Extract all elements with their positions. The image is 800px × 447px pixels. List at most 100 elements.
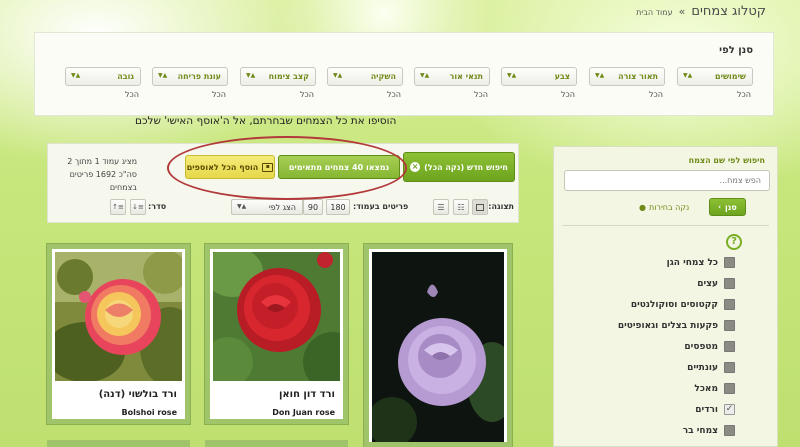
divider xyxy=(562,225,769,226)
category-checkbox[interactable] xyxy=(724,278,735,289)
filter-title: סנן לפי xyxy=(719,45,753,56)
product-name-hebrew[interactable]: ורד בולשוי (דנה) xyxy=(99,389,177,400)
sort-ascending-button[interactable]: ↑≡ xyxy=(110,199,126,215)
filter-value: הכל xyxy=(736,90,751,99)
category-label: עונתיים xyxy=(687,362,718,373)
filter-panel: סנן לפי שימושים ▲▼ תאור צורה ▲▼ צבע ▲▼ תנאי… xyxy=(34,32,774,116)
filter-dropdown-height[interactable]: גובה ▲▼ xyxy=(65,67,141,86)
dropdown-arrow-icon: ▲▼ xyxy=(71,72,81,79)
filter-dropdown-bloom-season[interactable]: עונת פריחה ▲▼ xyxy=(152,67,228,86)
category-item-bulbs[interactable]: פקעות בצלים וגאופיטים xyxy=(618,320,735,331)
highlight-ellipse xyxy=(167,136,407,200)
filter-value: הכל xyxy=(473,90,488,99)
grid-view-button[interactable] xyxy=(472,199,488,215)
category-checkbox[interactable] xyxy=(724,257,735,268)
per-page-90-button[interactable]: 90 xyxy=(303,199,323,215)
filter-value: הכל xyxy=(560,90,575,99)
product-image-bolshoi-rose[interactable] xyxy=(55,252,182,381)
clear-selections-label: נקה בחירות xyxy=(648,203,690,212)
filter-dropdown-shape[interactable]: תאור צורה ▲▼ xyxy=(589,67,665,86)
category-checkbox[interactable] xyxy=(724,383,735,394)
filter-dropdown-label: עונת פריחה xyxy=(177,72,221,81)
dropdown-arrow-icon: ▲▼ xyxy=(333,72,343,79)
annotation-text: הוסיפו את כל הצמחים שבחרתם, אל ה'אוסף הא… xyxy=(135,115,397,127)
filter-value: הכל xyxy=(648,90,663,99)
category-item-roses[interactable]: ✓ ורדים xyxy=(695,404,735,415)
filter-dropdown-label: שימושים xyxy=(715,72,746,81)
filter-value: הכל xyxy=(211,90,226,99)
category-item-climbers[interactable]: מטפסים xyxy=(684,341,735,352)
category-checkbox-checked[interactable]: ✓ xyxy=(724,404,735,415)
product-image-lavender-rose[interactable] xyxy=(372,252,504,442)
category-checkbox[interactable] xyxy=(724,299,735,310)
category-label: מאכל xyxy=(694,383,718,394)
product-image-don-juan-rose[interactable] xyxy=(213,252,340,381)
category-label: כל צמחי הגן xyxy=(666,257,718,268)
product-card[interactable]: ורד בולשוי (דנה) Bolshoi rose xyxy=(47,244,190,424)
clear-selections-link[interactable]: נקה בחירות ● xyxy=(639,203,689,212)
category-label: ורדים xyxy=(695,404,718,415)
product-name-english: Bolshoi rose xyxy=(121,408,177,417)
category-checkbox[interactable] xyxy=(724,362,735,373)
product-card[interactable] xyxy=(364,244,512,447)
per-page-label: פריטים בעמוד: xyxy=(353,202,409,211)
filter-button-label: סנן xyxy=(725,202,737,212)
filter-dropdown-label: השקיה xyxy=(370,72,396,81)
dropdown-arrow-icon: ▲▼ xyxy=(246,72,256,79)
filter-button[interactable]: סנן › xyxy=(709,198,746,216)
new-search-button[interactable]: חיפוש חדש (נקה הכל) × xyxy=(403,152,515,182)
filter-value: הכל xyxy=(299,90,314,99)
help-icon[interactable]: ? xyxy=(726,234,742,250)
sort-descending-button[interactable]: ↓≡ xyxy=(130,199,146,215)
filter-dropdown-watering[interactable]: השקיה ▲▼ xyxy=(327,67,403,86)
product-name-hebrew[interactable]: ורד דון חואן xyxy=(279,389,335,400)
sort-dropdown[interactable]: הצג לפי ▲▼ xyxy=(231,199,303,215)
list-icon: ☰ xyxy=(437,202,445,212)
filter-dropdown-label: גובה xyxy=(117,72,134,81)
filter-value: הכל xyxy=(386,90,401,99)
category-label: מטפסים xyxy=(684,341,718,352)
per-page-180-button[interactable]: 180 xyxy=(326,199,350,215)
category-checkbox[interactable] xyxy=(724,425,735,436)
sort-desc-icon: ↓≡ xyxy=(132,203,144,211)
category-checkbox[interactable] xyxy=(724,341,735,352)
category-checkbox[interactable] xyxy=(724,320,735,331)
product-card[interactable]: ורד דון חואן Don Juan rose xyxy=(205,244,348,424)
category-item-edible[interactable]: מאכל xyxy=(694,383,735,394)
sort-label: סדר: xyxy=(148,202,167,211)
dropdown-arrow-icon: ▲▼ xyxy=(595,72,605,79)
sort-asc-icon: ↑≡ xyxy=(112,203,124,211)
breadcrumb-separator: » xyxy=(678,5,686,18)
category-label: פקעות בצלים וגאופיטים xyxy=(617,320,718,331)
filter-value: הכל xyxy=(124,90,139,99)
filter-dropdown-uses[interactable]: שימושים ▲▼ xyxy=(677,67,753,86)
filter-dropdown-growth-rate[interactable]: קצב צימוח ▲▼ xyxy=(240,67,316,86)
category-label: עצים xyxy=(697,278,718,289)
list-view-button[interactable]: ☰ xyxy=(433,199,449,215)
bullet-icon: ● xyxy=(639,203,646,212)
plant-search-title: חיפוש לפי שם הצמח xyxy=(688,156,765,165)
filter-dropdown-label: תנאי אור xyxy=(449,72,483,81)
dropdown-arrow-icon: ▲▼ xyxy=(683,72,693,79)
dropdown-arrow-icon: ▲▼ xyxy=(158,72,168,79)
filter-dropdown-light[interactable]: תנאי אור ▲▼ xyxy=(414,67,490,86)
breadcrumb: קטלוג צמחים » עמוד הבית xyxy=(636,4,766,19)
list-detail-icon: ☷ xyxy=(457,202,465,212)
dropdown-arrow-icon: ▲▼ xyxy=(420,72,430,79)
category-item-seasonal[interactable]: עונתיים xyxy=(687,362,735,373)
filter-dropdown-label: תאור צורה xyxy=(618,72,658,81)
next-row-card-edge xyxy=(47,440,190,447)
compact-list-view-button[interactable]: ☷ xyxy=(453,199,469,215)
page-title: קטלוג צמחים xyxy=(691,4,766,19)
chevron-right-icon: › xyxy=(718,203,722,211)
dropdown-arrow-icon: ▲▼ xyxy=(507,72,517,79)
plant-search-input[interactable] xyxy=(564,170,770,191)
breadcrumb-home-link[interactable]: עמוד הבית xyxy=(636,8,672,17)
category-item-trees[interactable]: עצים xyxy=(697,278,735,289)
close-icon: × xyxy=(410,162,421,172)
filter-dropdown-color[interactable]: צבע ▲▼ xyxy=(501,67,577,86)
new-search-label: חיפוש חדש (נקה הכל) xyxy=(424,162,508,172)
category-item-wild-plants[interactable]: צמחי בר xyxy=(683,425,735,436)
category-item-all-garden-plants[interactable]: כל צמחי הגן xyxy=(667,257,735,268)
category-item-cacti-succulents[interactable]: קקטוסים וסוקולנטים xyxy=(631,299,735,310)
